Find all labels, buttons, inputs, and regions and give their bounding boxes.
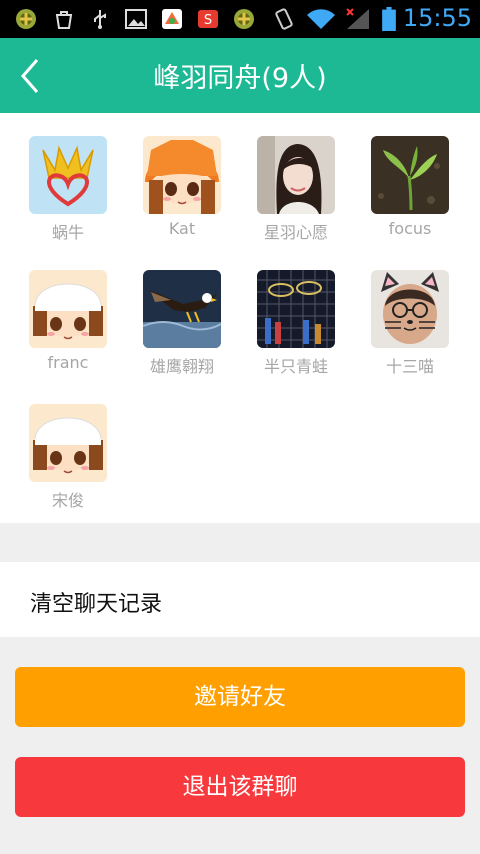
avatar (257, 136, 335, 214)
member-name: Kat (168, 219, 196, 238)
usb-debug-icon (234, 9, 254, 29)
member-item[interactable]: 十三喵 (360, 270, 460, 377)
member-item[interactable]: focus (360, 136, 460, 238)
member-item[interactable]: 雄鹰翱翔 (132, 270, 232, 377)
avatar (371, 136, 449, 214)
avatar (371, 270, 449, 348)
member-name: 蜗牛 (51, 223, 84, 242)
bag-icon (55, 11, 73, 29)
member-name: 星羽心愿 (263, 223, 328, 242)
clear-history-row[interactable]: 清空聊天记录 (0, 562, 480, 637)
member-item[interactable]: 宋俊 (18, 404, 118, 511)
image-icon (125, 9, 147, 29)
member-name: 雄鹰翱翔 (149, 357, 214, 376)
app-header: 峰羽同舟(9人) (0, 38, 480, 113)
usb-debug-icon (16, 9, 36, 29)
avatar (29, 270, 107, 348)
svg-text:S: S (204, 13, 212, 28)
page-title: 峰羽同舟(9人) (153, 63, 327, 94)
member-item[interactable]: 星羽心愿 (246, 136, 346, 243)
usb-icon (94, 10, 106, 29)
clock: 15:55 (402, 4, 472, 32)
member-name: franc (47, 353, 89, 372)
member-item[interactable]: Kat (132, 136, 232, 238)
avatar (143, 136, 221, 214)
signal-icon (346, 8, 369, 29)
invite-friends-button[interactable]: 邀请好友 (15, 667, 465, 727)
member-item[interactable]: franc (18, 270, 118, 372)
avatar (257, 270, 335, 348)
member-item[interactable]: 蜗牛 (18, 136, 118, 243)
member-item[interactable]: 半只青蛙 (246, 270, 346, 377)
member-name: 十三喵 (385, 357, 434, 376)
member-grid: 蜗牛 Kat 星羽心愿 focus franc 雄鹰翱翔 半只青蛙 十三喵 宋俊 (0, 113, 480, 523)
wifi-icon (307, 9, 335, 29)
exit-group-button[interactable]: 退出该群聊 (15, 757, 465, 817)
avatar (29, 404, 107, 482)
sohu-icon: S (198, 10, 218, 28)
app-store-icon (162, 9, 182, 29)
battery-icon (382, 7, 396, 31)
vibrate-icon (275, 8, 293, 30)
clear-history-label: 清空聊天记录 (30, 592, 163, 617)
avatar (29, 136, 107, 214)
member-name: 半只青蛙 (263, 357, 328, 376)
member-name: focus (388, 219, 432, 238)
member-name: 宋俊 (51, 491, 84, 510)
status-bar: S 15:55 (0, 0, 480, 38)
avatar (143, 270, 221, 348)
